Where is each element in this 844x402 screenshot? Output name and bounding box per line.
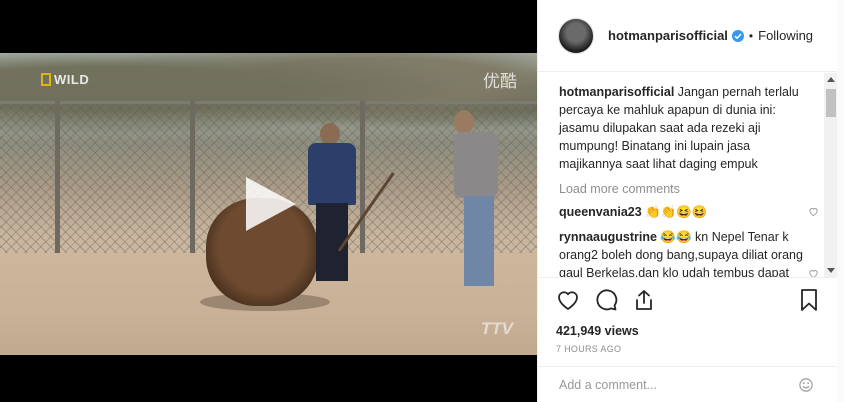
nat-geo-frame-icon [41,72,51,86]
verified-badge-icon [731,29,744,42]
comment-icon[interactable] [594,288,618,312]
nat-geo-wild-logo: WILD [41,71,89,87]
post-sidebar: hotmanparisofficial • Following hotmanpa… [537,0,838,402]
bookmark-icon[interactable] [798,288,820,312]
watermark-top-right: 优酷 [483,72,517,91]
heart-icon[interactable] [556,288,580,312]
fence-post [360,101,365,271]
share-icon[interactable] [632,288,656,312]
add-comment-field[interactable]: Add a comment... [538,366,838,402]
watermark-bottom-right: TTV [480,319,513,338]
comment-username[interactable]: queenvania23 [559,205,642,219]
post-header: hotmanparisofficial • Following [538,0,837,72]
comment-item: queenvania23 👏👏😆😆 [559,203,818,221]
small-heart-icon[interactable] [808,206,819,217]
load-more-comments-button[interactable]: Load more comments [559,182,824,196]
action-icons [556,288,820,312]
fence-post [55,101,60,271]
follow-status-button[interactable]: Following [758,28,813,43]
add-comment-placeholder[interactable]: Add a comment... [559,378,657,392]
comment-text: 👏👏😆😆 [645,205,708,219]
separator-dot: • [748,28,754,43]
logo-text: WILD [54,71,90,87]
comments-scrollbar[interactable] [824,73,838,277]
post-actions: 421,949 views 7 HOURS AGO [538,277,838,367]
caption: hotmanparisofficial Jangan pernah terlal… [559,83,804,173]
views-count[interactable]: 421,949 views [556,324,820,338]
person-figure-left [306,123,358,283]
caption-username[interactable]: hotmanparisofficial [559,85,674,99]
timestamp[interactable]: 7 HOURS AGO [556,344,820,354]
scroll-up-arrow-icon[interactable] [827,77,835,82]
header-username[interactable]: hotmanparisofficial [608,28,728,43]
avatar[interactable] [558,17,594,54]
comment-username[interactable]: rynnaaugustrine [559,230,657,244]
fence-post [190,101,195,271]
comment-item: rynnaaugustrine 😂😂 kn Nepel Tenar k oran… [559,228,818,277]
emoji-icon[interactable] [799,378,813,392]
post-media: WILD 优酷 TTV [0,0,537,402]
scroll-thumb[interactable] [826,89,836,117]
scroll-down-arrow-icon[interactable] [827,268,835,273]
person-figure-right [450,110,508,288]
small-heart-icon[interactable] [808,268,819,277]
page-edge [837,0,844,402]
comments-list: hotmanparisofficial Jangan pernah terlal… [538,73,824,277]
play-icon[interactable] [240,175,298,233]
